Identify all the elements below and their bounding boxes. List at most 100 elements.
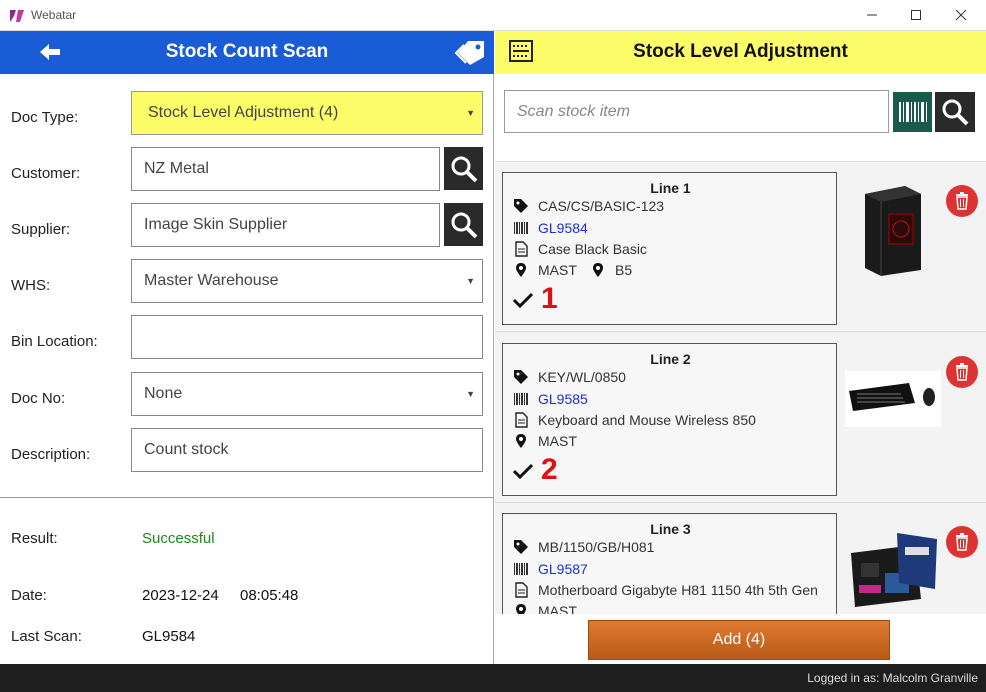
stock-lines-list[interactable]: Line 1 CAS/CS/BASIC-123 GL9584 Case Blac…	[495, 161, 986, 614]
stock-count-panel: Stock Count Scan Doc Type: Stock Level A…	[0, 31, 494, 664]
trash-icon	[956, 533, 968, 551]
minimize-button[interactable]	[859, 4, 885, 26]
date-label: Date:	[11, 587, 47, 604]
minimize-icon	[867, 14, 877, 16]
maximize-button[interactable]	[903, 4, 929, 26]
item-description: Case Black Basic	[538, 241, 647, 257]
list-item[interactable]: Line 1 CAS/CS/BASIC-123 GL9584 Case Blac…	[495, 162, 986, 332]
barcode-icon	[514, 393, 528, 405]
line-title: Line 2	[650, 351, 691, 367]
left-header: Stock Count Scan	[0, 31, 494, 74]
barcode-icon	[514, 563, 528, 575]
location-pin-icon	[516, 434, 526, 448]
last-scan-label: Last Scan:	[11, 628, 82, 645]
item-code: KEY/WL/0850	[538, 369, 626, 385]
doc-type-select[interactable]: Stock Level Adjustment (4) ▼	[131, 91, 483, 135]
time-value: 08:05:48	[240, 587, 299, 604]
page-title: Stock Count Scan	[165, 41, 329, 62]
item-description: Keyboard and Mouse Wireless 850	[538, 412, 756, 428]
doc-type-value: Stock Level Adjustment (4)	[148, 104, 339, 121]
window-titlebar: Webatar	[0, 0, 986, 31]
checkmark-icon	[513, 292, 533, 308]
item-quantity: 2	[541, 453, 558, 486]
result-label: Result:	[11, 530, 58, 547]
search-icon	[942, 99, 969, 126]
location-pin-icon	[516, 263, 526, 277]
checkmark-icon	[513, 463, 533, 479]
item-code: CAS/CS/BASIC-123	[538, 198, 665, 214]
search-icon	[451, 212, 477, 238]
supplier-field[interactable]: Image Skin Supplier	[131, 203, 440, 247]
item-barcode[interactable]: GL9585	[538, 391, 588, 407]
whs-label: WHS:	[11, 277, 51, 294]
barcode-icon	[514, 222, 528, 234]
bin-location-label: Bin Location:	[11, 333, 98, 350]
item-bin: B5	[615, 262, 633, 278]
divider	[0, 497, 494, 498]
item-code: MB/1150/GB/H081	[538, 539, 655, 555]
search-icon	[451, 156, 477, 182]
document-icon	[515, 241, 528, 257]
scan-stock-input[interactable]: Scan stock item	[504, 90, 889, 133]
item-location: MAST	[538, 603, 577, 614]
tag-icon	[514, 199, 528, 213]
product-image	[845, 371, 941, 427]
customer-label: Customer:	[11, 165, 81, 182]
logged-in-user: Logged in as: Malcolm Granville	[807, 671, 978, 685]
right-header: Stock Level Adjustment	[495, 31, 986, 74]
supplier-search-button[interactable]	[444, 203, 483, 246]
customer-search-button[interactable]	[444, 147, 483, 190]
status-bar: Logged in as: Malcolm Granville	[0, 664, 986, 692]
close-icon	[955, 9, 967, 21]
item-quantity: 1	[541, 282, 558, 315]
product-image	[865, 186, 921, 276]
product-image	[851, 533, 937, 607]
doc-no-select[interactable]: None ▼	[131, 372, 483, 416]
add-button[interactable]: Add (4)	[588, 620, 890, 660]
supplier-label: Supplier:	[11, 221, 71, 238]
location-pin-icon	[593, 263, 603, 277]
date-value: 2023-12-24	[142, 587, 219, 604]
item-location: MAST	[538, 433, 577, 449]
description-label: Description:	[11, 446, 91, 463]
close-button[interactable]	[948, 4, 974, 26]
document-icon	[515, 412, 528, 428]
tags-icon[interactable]	[454, 37, 488, 67]
line-card[interactable]: Line 2 KEY/WL/0850 GL9585 Keyboard and M…	[502, 343, 837, 496]
last-scan-value: GL9584	[142, 628, 196, 645]
tag-icon	[514, 540, 528, 554]
row-separator	[495, 331, 986, 332]
right-title: Stock Level Adjustment	[633, 41, 848, 62]
chevron-down-icon: ▼	[466, 108, 475, 118]
item-barcode[interactable]: GL9587	[538, 561, 588, 577]
trash-icon	[956, 192, 968, 210]
line-title: Line 1	[650, 180, 691, 196]
line-card[interactable]: Line 3 MB/1150/GB/H081 GL9587 Motherboar…	[502, 513, 837, 614]
tag-icon	[514, 370, 528, 384]
bin-location-field[interactable]	[131, 315, 483, 359]
whs-select[interactable]: Master Warehouse ▼	[131, 259, 483, 303]
delete-line-button[interactable]	[946, 526, 978, 558]
supplier-value: Image Skin Supplier	[144, 216, 288, 233]
description-value: Count stock	[144, 441, 229, 458]
line-card[interactable]: Line 1 CAS/CS/BASIC-123 GL9584 Case Blac…	[502, 172, 837, 325]
item-location: MAST	[538, 262, 577, 278]
delete-line-button[interactable]	[946, 185, 978, 217]
result-value: Successful	[142, 530, 215, 547]
list-item[interactable]: Line 2 KEY/WL/0850 GL9585 Keyboard and M…	[495, 333, 986, 503]
document-icon	[515, 582, 528, 598]
customer-field[interactable]: NZ Metal	[131, 147, 440, 191]
location-pin-icon	[516, 604, 526, 614]
scan-search-button[interactable]	[935, 92, 975, 132]
description-field[interactable]: Count stock	[131, 428, 483, 472]
chevron-down-icon: ▼	[466, 389, 475, 399]
whs-value: Master Warehouse	[144, 272, 279, 289]
list-item[interactable]: Line 3 MB/1150/GB/H081 GL9587 Motherboar…	[495, 503, 986, 614]
customer-value: NZ Metal	[144, 160, 209, 177]
chevron-down-icon: ▼	[466, 276, 475, 286]
barcode-button[interactable]	[893, 92, 932, 132]
item-barcode[interactable]: GL9584	[538, 220, 588, 236]
maximize-icon	[911, 10, 921, 20]
delete-line-button[interactable]	[946, 356, 978, 388]
line-title: Line 3	[650, 521, 691, 537]
